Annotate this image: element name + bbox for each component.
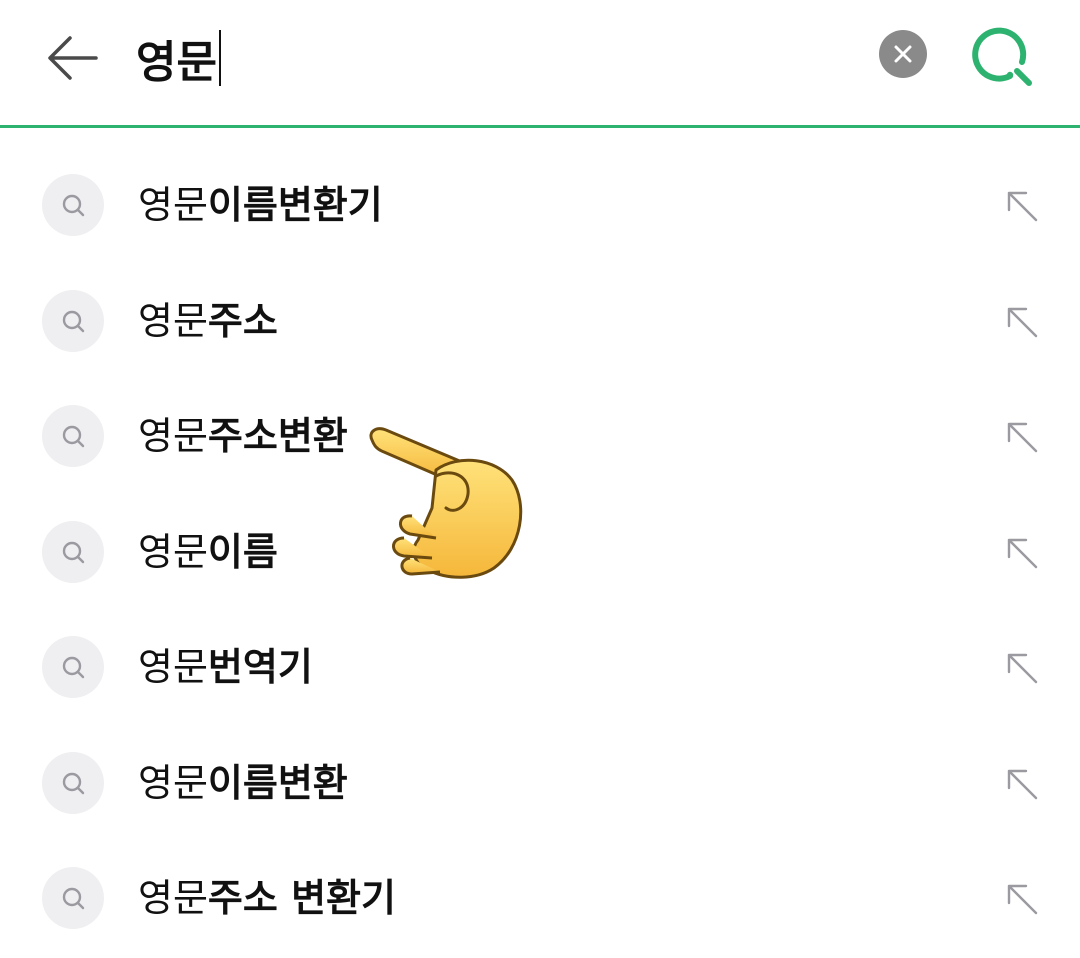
suggestion-label: 영문번역기	[138, 640, 313, 694]
arrow-up-left-icon[interactable]	[1004, 304, 1040, 340]
arrow-up-left-icon[interactable]	[1004, 881, 1040, 917]
suggestion-label: 영문주소	[138, 294, 278, 348]
suggestion-label: 영문주소변환	[138, 409, 348, 463]
suggestion-row[interactable]: 영문번역기	[0, 610, 1080, 726]
suggestion-label: 영문이름변환	[138, 756, 348, 810]
suggestion-prefix: 영문	[138, 183, 208, 227]
suggestion-prefix: 영문	[138, 760, 208, 805]
search-icon	[62, 656, 85, 679]
suggestion-search-badge	[42, 405, 104, 467]
suggestion-suffix: 번역기	[207, 645, 313, 689]
arrow-left-icon	[48, 36, 98, 80]
suggestion-row[interactable]: 영문이름	[0, 495, 1080, 611]
search-icon	[62, 887, 85, 910]
search-icon	[62, 425, 85, 448]
suggestion-label: 영문주소 변환기	[138, 871, 396, 925]
suggestion-search-badge	[42, 636, 104, 698]
arrow-up-left-icon[interactable]	[1004, 419, 1040, 455]
suggestion-search-badge	[42, 174, 104, 236]
suggestion-label: 영문이름변환기	[138, 178, 383, 232]
suggestion-label: 영문이름	[138, 525, 278, 579]
search-query-text: 영문	[136, 37, 217, 88]
suggestion-prefix: 영문	[138, 645, 208, 689]
suggestion-search-badge	[42, 751, 104, 814]
suggestion-row[interactable]: 영문이름변환기	[0, 148, 1080, 264]
suggestion-suffix: 주소변환	[207, 414, 348, 458]
search-screen: 영문 영문이름변환기 영문주소 영문주소변환 영문이름 영문번역기 영문이름변환…	[0, 0, 1080, 958]
suggestion-search-badge	[42, 520, 104, 583]
suggestion-suffix: 이름	[207, 529, 278, 574]
text-caret	[218, 30, 221, 86]
search-icon	[62, 541, 85, 563]
search-input[interactable]: 영문	[136, 26, 221, 90]
suggestion-row[interactable]: 영문주소 변환기	[0, 841, 1080, 957]
suggestion-row[interactable]: 영문주소변환	[0, 379, 1080, 495]
arrow-up-left-icon[interactable]	[1004, 188, 1040, 224]
arrow-up-left-icon[interactable]	[1004, 535, 1040, 571]
suggestion-search-badge	[42, 867, 104, 929]
search-icon	[62, 772, 85, 794]
suggestion-prefix: 영문	[138, 529, 208, 574]
arrow-up-left-icon[interactable]	[1004, 766, 1040, 802]
suggestion-search-badge	[42, 289, 104, 352]
suggestion-suffix: 주소 변환기	[207, 876, 396, 920]
suggestion-prefix: 영문	[138, 298, 208, 343]
suggestion-suffix: 주소	[207, 298, 278, 343]
search-icon	[62, 194, 85, 217]
clear-button[interactable]	[879, 30, 927, 78]
pointing-hand-icon	[369, 427, 523, 579]
suggestion-list: 영문이름변환기 영문주소 영문주소변환 영문이름 영문번역기 영문이름변환 영문…	[0, 148, 1080, 957]
search-bar: 영문	[0, 0, 1080, 128]
suggestion-row[interactable]: 영문이름변환	[0, 726, 1080, 842]
search-icon	[972, 27, 1032, 86]
arrow-up-left-icon[interactable]	[1004, 650, 1040, 686]
back-button[interactable]	[42, 30, 102, 86]
suggestion-suffix: 이름변환기	[207, 183, 383, 227]
search-button[interactable]	[970, 24, 1036, 90]
suggestion-prefix: 영문	[138, 876, 208, 920]
clear-x-icon	[894, 45, 912, 63]
suggestion-suffix: 이름변환	[207, 760, 348, 805]
suggestion-prefix: 영문	[138, 414, 208, 458]
search-icon	[62, 310, 85, 332]
suggestion-row[interactable]: 영문주소	[0, 264, 1080, 380]
